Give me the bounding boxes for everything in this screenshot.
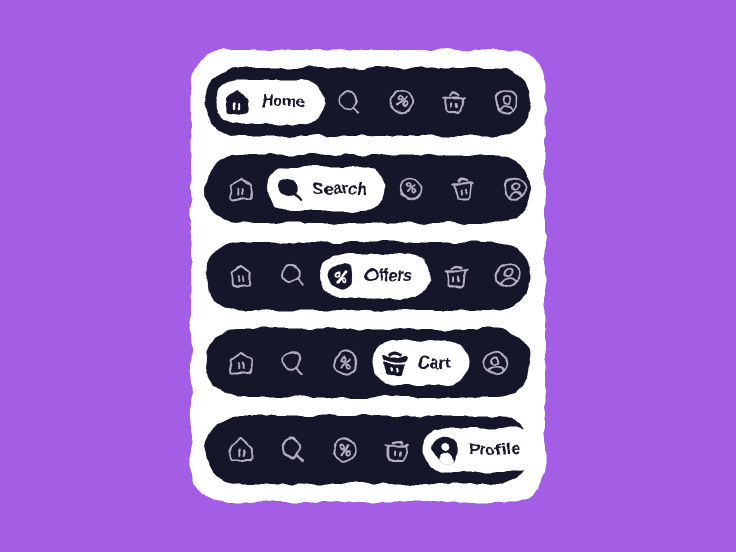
search-icon <box>279 262 307 290</box>
navbar-profile: Profile <box>205 416 537 484</box>
nav-item-cart[interactable] <box>437 167 489 211</box>
canvas: Home Search Offers Cart Profile <box>0 0 736 552</box>
percent-badge-icon <box>332 349 360 377</box>
search-icon <box>336 88 364 116</box>
home-icon <box>227 175 255 203</box>
percent-badge-icon <box>397 175 425 203</box>
nav-item-search[interactable] <box>324 80 376 124</box>
search-icon <box>279 349 307 377</box>
user-circle-icon <box>492 88 520 116</box>
search-icon <box>279 436 307 464</box>
home-icon <box>227 436 255 464</box>
nav-item-cart[interactable] <box>430 254 482 298</box>
nav-item-profile[interactable]: Profile <box>423 428 537 472</box>
nav-item-offers[interactable] <box>385 167 437 211</box>
nav-item-cart[interactable]: Cart <box>372 341 469 385</box>
nav-item-cart[interactable] <box>428 80 480 124</box>
nav-item-home[interactable] <box>215 167 267 211</box>
nav-item-offers[interactable] <box>320 341 372 385</box>
nav-item-profile[interactable] <box>469 341 521 385</box>
nav-item-home[interactable] <box>215 428 267 472</box>
nav-item-profile[interactable] <box>489 167 541 211</box>
nav-item-search[interactable] <box>267 254 319 298</box>
nav-item-offers[interactable] <box>319 428 371 472</box>
nav-item-home[interactable]: Home <box>215 80 325 124</box>
nav-item-label: Home <box>261 92 307 111</box>
shopping-basket-icon <box>383 436 411 464</box>
nav-item-offers[interactable]: Offers <box>319 254 431 298</box>
home-icon <box>227 349 255 377</box>
nav-item-label: Profile <box>469 440 519 459</box>
navbar-search: Search <box>205 155 531 223</box>
percent-badge-icon <box>331 436 359 464</box>
navbar-offers: Offers <box>205 242 531 310</box>
user-circle-icon <box>494 262 522 290</box>
shopping-basket-icon <box>449 175 477 203</box>
home-icon <box>222 87 252 117</box>
home-icon <box>227 262 255 290</box>
search-icon <box>274 174 304 204</box>
percent-badge-icon <box>388 88 416 116</box>
nav-item-search[interactable] <box>267 341 319 385</box>
shopping-basket-icon <box>440 88 468 116</box>
nav-item-profile[interactable] <box>482 254 534 298</box>
navbar-showcase-card: Home Search Offers Cart Profile <box>191 50 545 502</box>
nav-item-home[interactable] <box>215 254 267 298</box>
user-circle-icon <box>481 349 509 377</box>
nav-item-cart[interactable] <box>371 428 423 472</box>
nav-item-search[interactable] <box>267 428 319 472</box>
shopping-basket-icon <box>442 262 470 290</box>
shopping-basket-icon <box>379 348 409 378</box>
nav-item-label: Offers <box>365 266 413 285</box>
nav-item-offers[interactable] <box>376 80 428 124</box>
nav-item-label: Search <box>313 179 367 198</box>
nav-item-search[interactable]: Search <box>267 167 385 211</box>
navbar-home: Home <box>205 68 531 136</box>
nav-item-home[interactable] <box>215 341 267 385</box>
user-circle-icon <box>501 175 529 203</box>
user-circle-icon <box>430 435 460 465</box>
percent-badge-icon <box>326 261 356 291</box>
navbar-cart: Cart <box>205 329 531 397</box>
nav-item-label: Cart <box>418 353 451 372</box>
nav-item-profile[interactable] <box>480 80 532 124</box>
